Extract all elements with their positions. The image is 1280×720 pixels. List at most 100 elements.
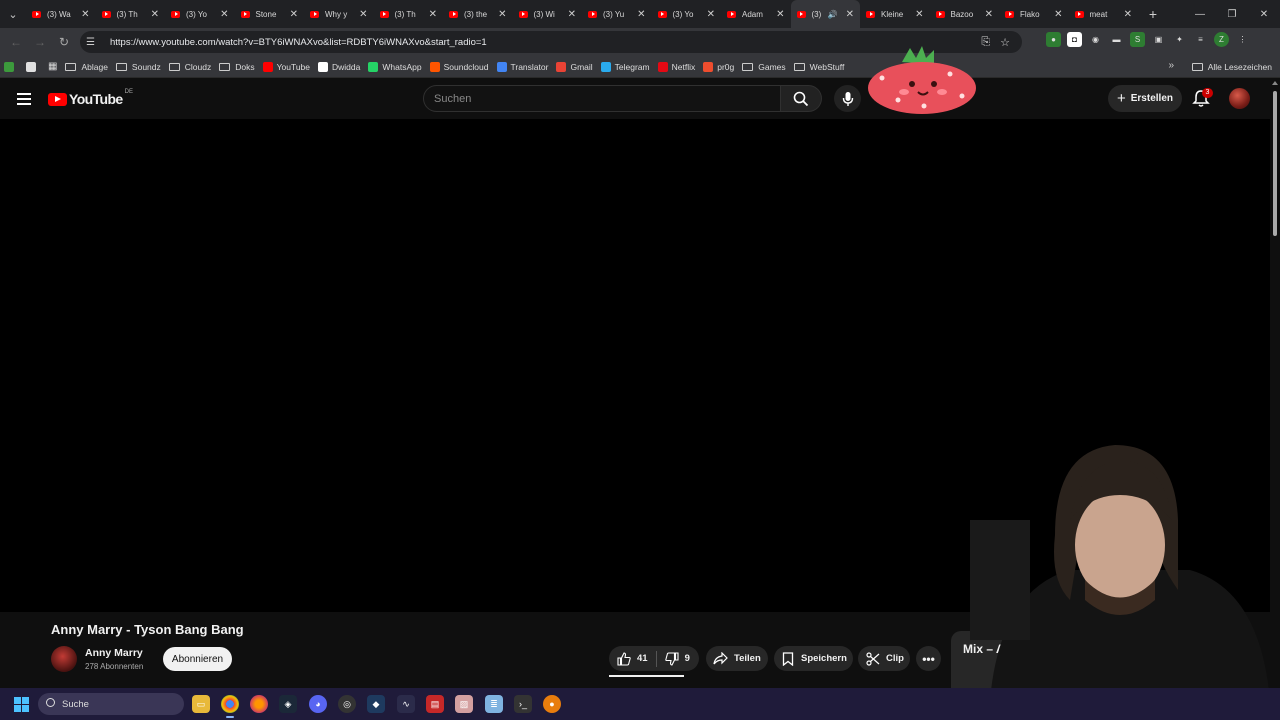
- browser-tab[interactable]: Stone ✕: [235, 0, 305, 28]
- browser-tab[interactable]: Bazoo ✕: [930, 0, 1000, 28]
- media-icon[interactable]: ≡: [1193, 32, 1208, 47]
- bookmark-item[interactable]: Ablage: [65, 62, 108, 72]
- extension-icon[interactable]: ◉: [1088, 32, 1103, 47]
- browser-tab[interactable]: (3) Wa ✕: [26, 0, 96, 28]
- subscribe-button[interactable]: Abonnieren: [163, 647, 232, 671]
- extension-icon[interactable]: ◘: [1067, 32, 1082, 47]
- close-tab-icon[interactable]: ✕: [915, 9, 923, 20]
- reload-icon[interactable]: ↻: [52, 35, 76, 49]
- obs-icon[interactable]: ◎: [338, 695, 356, 713]
- voice-search-button[interactable]: [834, 85, 861, 112]
- close-tab-icon[interactable]: ✕: [498, 9, 506, 20]
- close-window-icon[interactable]: ✕: [1248, 0, 1280, 28]
- browser-tab[interactable]: (3) 🔊 ✕: [790, 0, 860, 28]
- apps-grid-icon[interactable]: ▦: [48, 61, 57, 72]
- app-icon[interactable]: ◆: [367, 695, 385, 713]
- minimize-icon[interactable]: —: [1184, 0, 1216, 28]
- taskbar-search[interactable]: Suche: [38, 693, 184, 715]
- bookmark-item[interactable]: YouTube: [262, 61, 310, 72]
- photos-icon[interactable]: ▨: [455, 695, 473, 713]
- profile-icon[interactable]: Z: [1214, 32, 1229, 47]
- browser-tab[interactable]: Why y ✕: [304, 0, 374, 28]
- close-tab-icon[interactable]: ✕: [776, 9, 784, 20]
- close-tab-icon[interactable]: ✕: [985, 9, 993, 20]
- close-tab-icon[interactable]: ✕: [151, 9, 159, 20]
- audio-app-icon[interactable]: ∿: [397, 695, 415, 713]
- bookmark-white-icon[interactable]: [26, 61, 40, 72]
- file-explorer-icon[interactable]: ▭: [192, 695, 210, 713]
- tab-search-icon[interactable]: ⌄: [0, 0, 26, 28]
- close-tab-icon[interactable]: ✕: [220, 9, 228, 20]
- bookmark-item[interactable]: Games: [742, 62, 786, 72]
- menu-dots-icon[interactable]: ⋮: [1235, 32, 1250, 47]
- extension-icon[interactable]: S: [1130, 32, 1145, 47]
- clip-button[interactable]: Clip: [858, 646, 910, 671]
- more-bookmarks-icon[interactable]: »: [1168, 60, 1174, 71]
- notepad-icon[interactable]: ≣: [485, 695, 503, 713]
- search-button[interactable]: [781, 85, 822, 112]
- close-tab-icon[interactable]: ✕: [1124, 9, 1132, 20]
- chrome-icon[interactable]: [221, 695, 239, 718]
- bookmark-item[interactable]: WhatsApp: [368, 61, 422, 72]
- browser-tab[interactable]: (3) Wi ✕: [513, 0, 583, 28]
- discord-icon[interactable]: ◕: [309, 695, 327, 713]
- close-tab-icon[interactable]: ✕: [81, 9, 89, 20]
- bookmark-item[interactable]: Translator: [496, 61, 548, 72]
- close-tab-icon[interactable]: ✕: [846, 9, 854, 20]
- account-avatar[interactable]: [1229, 88, 1250, 109]
- close-tab-icon[interactable]: ✕: [429, 9, 437, 20]
- bookmark-item[interactable]: Gmail: [556, 61, 593, 72]
- restore-icon[interactable]: ❐: [1216, 0, 1248, 28]
- back-icon[interactable]: ←: [4, 35, 28, 49]
- bookmark-item[interactable]: Doks: [219, 62, 255, 72]
- channel-avatar[interactable]: [51, 646, 77, 672]
- browser-tab[interactable]: (3) Yo ✕: [652, 0, 722, 28]
- channel-name[interactable]: Anny Marry: [85, 647, 143, 659]
- browser-tab[interactable]: (3) Th ✕: [374, 0, 444, 28]
- terminal-icon[interactable]: ›_: [514, 695, 532, 713]
- search-input[interactable]: Suchen: [423, 85, 781, 112]
- create-button[interactable]: + Erstellen: [1108, 85, 1182, 112]
- bookmark-item[interactable]: Netflix: [657, 61, 695, 72]
- browser-tab[interactable]: meat ✕: [1069, 0, 1139, 28]
- install-app-icon[interactable]: ⎘: [981, 36, 990, 49]
- windows-start-icon[interactable]: [14, 697, 29, 712]
- close-tab-icon[interactable]: ✕: [568, 9, 576, 20]
- steam-icon[interactable]: ◈: [279, 695, 297, 713]
- new-tab-button[interactable]: +: [1138, 6, 1168, 22]
- close-tab-icon[interactable]: ✕: [707, 9, 715, 20]
- bookmark-item[interactable]: Soundcloud: [429, 61, 489, 72]
- game-app-icon[interactable]: ▤: [426, 695, 444, 713]
- like-button[interactable]: 41: [609, 646, 656, 671]
- scrollbar-thumb[interactable]: [1273, 91, 1277, 236]
- all-bookmarks[interactable]: Alle Lesezeichen: [1191, 56, 1272, 78]
- bookmark-item[interactable]: Cloudz: [168, 62, 211, 72]
- bookmark-item[interactable]: Dwidda: [318, 61, 360, 72]
- close-tab-icon[interactable]: ✕: [290, 9, 298, 20]
- more-actions-icon[interactable]: •••: [916, 646, 941, 671]
- bookmark-item[interactable]: Telegram: [600, 61, 650, 72]
- extension-icon[interactable]: ▬: [1109, 32, 1124, 47]
- forward-icon[interactable]: →: [28, 35, 52, 49]
- close-tab-icon[interactable]: ✕: [1054, 9, 1062, 20]
- bookmark-green-icon[interactable]: [4, 61, 18, 72]
- close-tab-icon[interactable]: ✕: [359, 9, 367, 20]
- browser-tab[interactable]: (3) Th ✕: [96, 0, 166, 28]
- extension-icon[interactable]: ▣: [1151, 32, 1166, 47]
- browser-tab[interactable]: Kleine ✕: [860, 0, 930, 28]
- firefox-icon[interactable]: [250, 695, 268, 713]
- bookmark-item[interactable]: pr0g: [703, 61, 734, 72]
- bookmark-item[interactable]: WebStuff: [793, 62, 844, 72]
- dislike-button[interactable]: 9: [657, 646, 698, 671]
- bookmark-star-icon[interactable]: ☆: [1000, 36, 1010, 49]
- browser-tab[interactable]: Adam ✕: [721, 0, 791, 28]
- hamburger-menu-icon[interactable]: [17, 93, 31, 105]
- browser-tab[interactable]: (3) the ✕: [443, 0, 513, 28]
- share-button[interactable]: Teilen: [706, 646, 768, 671]
- bookmark-item[interactable]: Soundz: [115, 62, 161, 72]
- site-info-icon[interactable]: ☰: [86, 37, 102, 48]
- close-tab-icon[interactable]: ✕: [637, 9, 645, 20]
- extension-icon[interactable]: ●: [1046, 32, 1061, 47]
- save-button[interactable]: Speichern: [774, 646, 853, 671]
- puzzle-icon[interactable]: ✦: [1172, 32, 1187, 47]
